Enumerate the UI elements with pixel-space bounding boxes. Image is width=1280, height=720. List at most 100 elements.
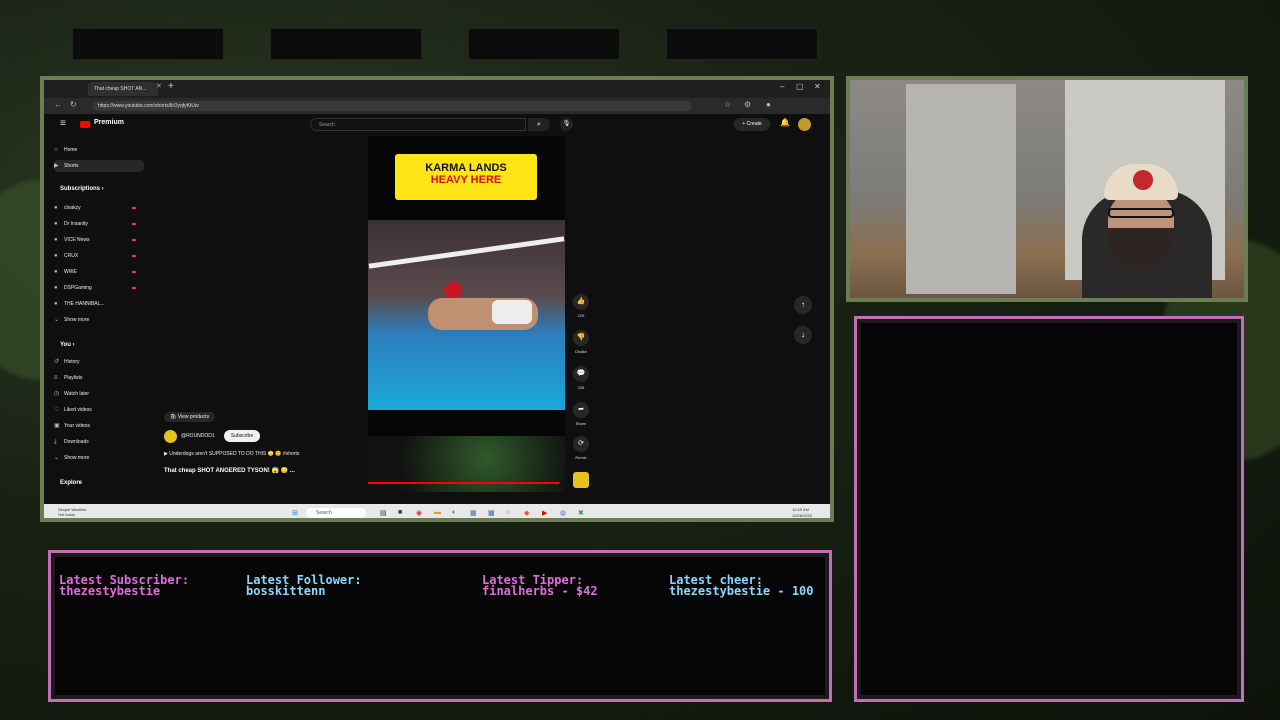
profile-icon[interactable]: ●: [766, 100, 771, 109]
new-tab-icon[interactable]: +: [168, 81, 174, 92]
taskview-icon[interactable]: ▤: [380, 509, 387, 517]
account-avatar[interactable]: [798, 118, 811, 131]
store-icon[interactable]: ▦: [470, 509, 477, 517]
back-icon[interactable]: ←: [54, 100, 62, 109]
view-products-button[interactable]: 🛍 View products: [164, 412, 216, 422]
close-window-icon[interactable]: ✕: [814, 82, 821, 91]
subscriptions-header[interactable]: Subscriptions ›: [60, 186, 104, 192]
share-button[interactable]: ➦ Share: [571, 402, 591, 426]
create-button[interactable]: + Create: [734, 118, 770, 131]
show-more-button[interactable]: ⌄ Show more: [54, 314, 144, 326]
room-door: [906, 84, 1016, 294]
sound-icon: [573, 472, 589, 488]
sidebar-item-your-videos[interactable]: ▣ Your videos: [54, 420, 144, 432]
channel-avatar[interactable]: [164, 430, 177, 443]
sidebar-item-home[interactable]: ⌂ Home: [54, 144, 144, 156]
edge-icon[interactable]: ◐: [452, 509, 456, 516]
sidebar-item-history[interactable]: ↺ History: [54, 356, 144, 368]
latest-follower-value: bosskittenn: [246, 584, 326, 598]
channel-avatar-icon: ●: [54, 205, 58, 211]
overlay-slot-3: [468, 28, 620, 60]
minimize-icon[interactable]: –: [780, 82, 784, 91]
share-label: Share: [575, 421, 587, 426]
video-progress-bar[interactable]: [368, 482, 560, 484]
extensions-icon[interactable]: ⚙: [744, 100, 751, 109]
new-content-dot: [132, 239, 136, 241]
maximize-icon[interactable]: ▢: [796, 82, 804, 91]
explore-header[interactable]: Explore: [60, 480, 82, 486]
sound-thumbnail[interactable]: [571, 472, 591, 488]
notifications-bell-icon[interactable]: 🔔: [780, 118, 790, 127]
opera-icon[interactable]: ○: [506, 509, 510, 516]
microphone-icon[interactable]: 🎙: [560, 118, 573, 131]
hamburger-menu-icon[interactable]: ≡: [60, 118, 66, 129]
downloads-icon: ⤓: [54, 439, 57, 445]
youtube-brand[interactable]: Premium: [94, 119, 124, 126]
weather-widget[interactable]: Simple Weather Hot today: [58, 507, 86, 517]
folder-icon[interactable]: ▬: [434, 509, 441, 516]
brave-icon[interactable]: ◆: [524, 509, 529, 517]
sidebar-sub-item[interactable]: ● cloakzy: [54, 202, 144, 214]
tab-close-icon[interactable]: ✕: [156, 82, 162, 90]
channel-avatar-icon: ●: [54, 285, 58, 291]
bookmark-star-icon[interactable]: ☆: [724, 100, 731, 109]
sidebar-sub-item[interactable]: ● THE HANNIBAL...: [54, 298, 144, 310]
reload-icon[interactable]: ↻: [70, 100, 77, 109]
sidebar-sub-item[interactable]: ● DSPGaming: [54, 282, 144, 294]
subscribe-button[interactable]: Subscribe: [224, 430, 260, 442]
shorts-player[interactable]: KARMA LANDS HEAVY HERE: [368, 136, 565, 492]
cap-logo: [1133, 170, 1153, 190]
sidebar-sub-item[interactable]: ● WWE: [54, 266, 144, 278]
obs-icon[interactable]: ✖: [578, 509, 584, 517]
sidebar-sub-item[interactable]: ● CRUX: [54, 250, 144, 262]
windows-start-icon[interactable]: ⊞: [292, 509, 298, 517]
chrome-icon[interactable]: ◉: [416, 509, 422, 517]
share-icon: ➦: [573, 402, 589, 418]
next-short-arrow-icon[interactable]: ↓: [794, 326, 812, 344]
search-input[interactable]: Search: [310, 118, 526, 131]
youtube-taskbar-icon[interactable]: ▶: [542, 509, 547, 517]
browser-tab[interactable]: That cheap SHOT AN...: [88, 82, 158, 96]
create-label: Create: [746, 121, 762, 127]
show-more-button[interactable]: ⌄ Show more: [54, 452, 144, 464]
clock-time[interactable]: 12:45 AM: [792, 507, 809, 512]
sidebar-item-playlists[interactable]: ≡ Playlists: [54, 372, 144, 384]
you-header[interactable]: You ›: [60, 342, 75, 348]
latest-tipper: Latest Tipper: finalherbs - $42: [482, 574, 598, 597]
channel-name[interactable]: @ROUNDOD1: [181, 433, 215, 439]
sidebar-item-downloads[interactable]: ⤓ Downloads: [54, 436, 144, 448]
dislike-button[interactable]: 👎 Dislike: [571, 330, 591, 354]
like-button[interactable]: 👍 22K: [571, 294, 591, 318]
comment-icon: 💬: [573, 366, 589, 382]
sidebar-sub-item[interactable]: ● Dr Insanity: [54, 218, 144, 230]
discord-icon[interactable]: ◍: [560, 509, 566, 517]
sidebar-sub-item[interactable]: ● VICE News: [54, 234, 144, 246]
new-content-dot: [132, 287, 136, 289]
previous-short-arrow-icon[interactable]: ↑: [794, 296, 812, 314]
youtube-sidebar: ⌂ Home ▶ Shorts Subscriptions › ● cloakzy ●…: [44, 140, 144, 518]
taskbar-search[interactable]: Search: [306, 508, 366, 518]
short-description[interactable]: ▶ Underdogs aren't SUPPOSED TO DO THIS 😳…: [164, 451, 299, 457]
new-content-dot: [132, 271, 136, 273]
app-icon[interactable]: ▩: [488, 509, 495, 517]
search-icon[interactable]: ⌕: [528, 118, 550, 131]
boxing-glove: [444, 282, 462, 298]
url-field[interactable]: https://www.youtube.com/shorts/lkOyqfyKt…: [92, 101, 692, 111]
youtube-logo-icon[interactable]: [80, 121, 90, 128]
latest-cheer-value: thezestybestie - 100: [669, 584, 814, 598]
short-title: That cheap SHOT ANGERED TYSON! 😱 😳 ...: [164, 468, 295, 474]
address-bar-row: ← ↻ https://www.youtube.com/shorts/lkOyq…: [44, 98, 830, 114]
sidebar-item-shorts[interactable]: ▶ Shorts: [54, 160, 144, 172]
sidebar-item-liked-videos[interactable]: ♡ Liked videos: [54, 404, 144, 416]
boxer-shorts: [492, 300, 532, 324]
comments-button[interactable]: 💬 208: [571, 366, 591, 390]
sidebar-item-watch-later[interactable]: ◷ Watch later: [54, 388, 144, 400]
comment-count: 208: [577, 385, 585, 390]
dislike-label: Dislike: [575, 349, 587, 354]
file-explorer-icon[interactable]: ■: [398, 509, 402, 516]
chevron-down-icon: ⌄: [54, 317, 60, 323]
watch-later-icon: ◷: [54, 391, 60, 397]
remix-button[interactable]: ⟳ Remix: [571, 436, 591, 460]
your-videos-icon: ▣: [54, 423, 60, 429]
stream-events-ticker: Latest Subscriber: thezestybestie Latest…: [48, 550, 832, 702]
